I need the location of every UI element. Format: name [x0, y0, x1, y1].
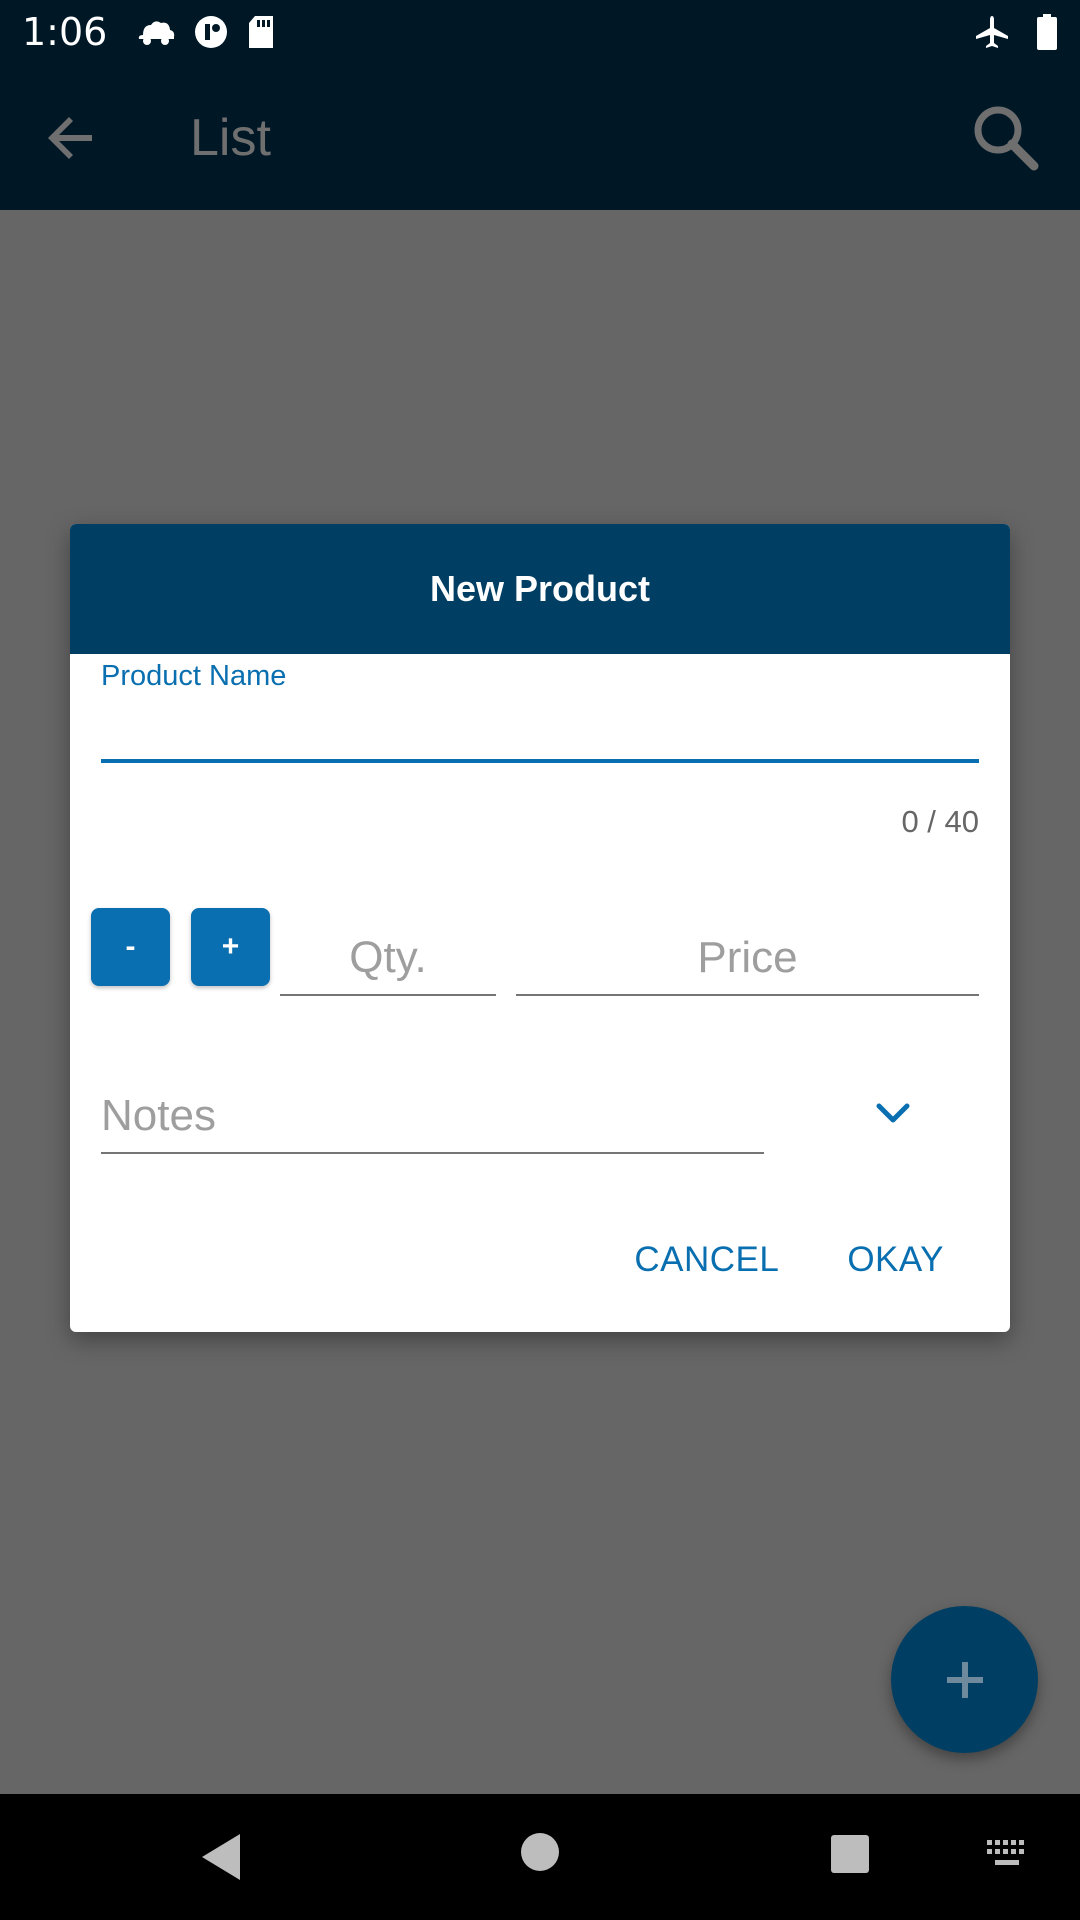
search-icon — [974, 106, 1039, 171]
decrement-button[interactable]: - — [91, 908, 170, 986]
notes-field — [101, 1080, 764, 1154]
notes-expand-button[interactable] — [871, 1092, 915, 1136]
new-product-dialog: New Product Product Name 0 / 40 - + Qty.… — [70, 524, 1010, 1332]
product-name-field: Product Name — [101, 654, 979, 763]
nav-recents-button[interactable] — [830, 1834, 870, 1879]
dialog-header: New Product — [70, 524, 1010, 654]
triangle-back-icon — [202, 1834, 240, 1880]
battery-icon — [1036, 14, 1058, 50]
keyboard-icon — [987, 1840, 1024, 1865]
qty-input[interactable] — [280, 922, 496, 994]
char-counter: 0 / 40 — [901, 804, 979, 839]
quantity-row: - + — [91, 908, 991, 1008]
status-bar: 1:06 — [0, 0, 1080, 64]
nav-back-button[interactable] — [200, 1832, 244, 1887]
cancel-button[interactable]: CANCEL — [634, 1240, 779, 1280]
usage-icon — [193, 14, 229, 50]
status-icons-right — [974, 14, 1058, 50]
dialog-actions: CANCEL OKAY — [634, 1240, 944, 1280]
square-recents-icon — [831, 1835, 869, 1873]
arrow-left-icon — [48, 117, 92, 159]
nav-home-button[interactable] — [520, 1832, 560, 1877]
qty-field — [280, 922, 496, 996]
keyboard-switch-button[interactable] — [985, 1838, 1029, 1875]
airplane-mode-icon — [974, 14, 1010, 50]
back-button[interactable] — [44, 110, 100, 166]
status-time: 1:06 — [22, 10, 108, 54]
screen: 1:06 List New Product Product Name 0 / 4… — [0, 0, 1080, 1920]
price-input[interactable] — [516, 922, 979, 994]
product-name-input[interactable] — [101, 693, 979, 763]
notes-input[interactable] — [101, 1080, 764, 1152]
add-item-fab[interactable] — [891, 1606, 1038, 1753]
search-button[interactable] — [970, 102, 1042, 174]
app-bar: List — [0, 64, 1080, 210]
plus-icon — [946, 1661, 983, 1698]
notes-row — [101, 1064, 979, 1164]
page-title: List — [190, 109, 271, 167]
dialog-title: New Product — [429, 568, 651, 609]
price-field — [516, 922, 979, 996]
navigation-bar — [0, 1794, 1080, 1920]
increment-button[interactable]: + — [191, 908, 270, 986]
sd-card-icon — [247, 15, 275, 49]
status-icons-left — [137, 14, 275, 50]
cloud-car-icon — [137, 17, 175, 47]
product-name-label: Product Name — [101, 660, 287, 692]
chevron-down-icon — [876, 1103, 910, 1123]
circle-home-icon — [521, 1833, 559, 1871]
okay-button[interactable]: OKAY — [847, 1240, 944, 1280]
